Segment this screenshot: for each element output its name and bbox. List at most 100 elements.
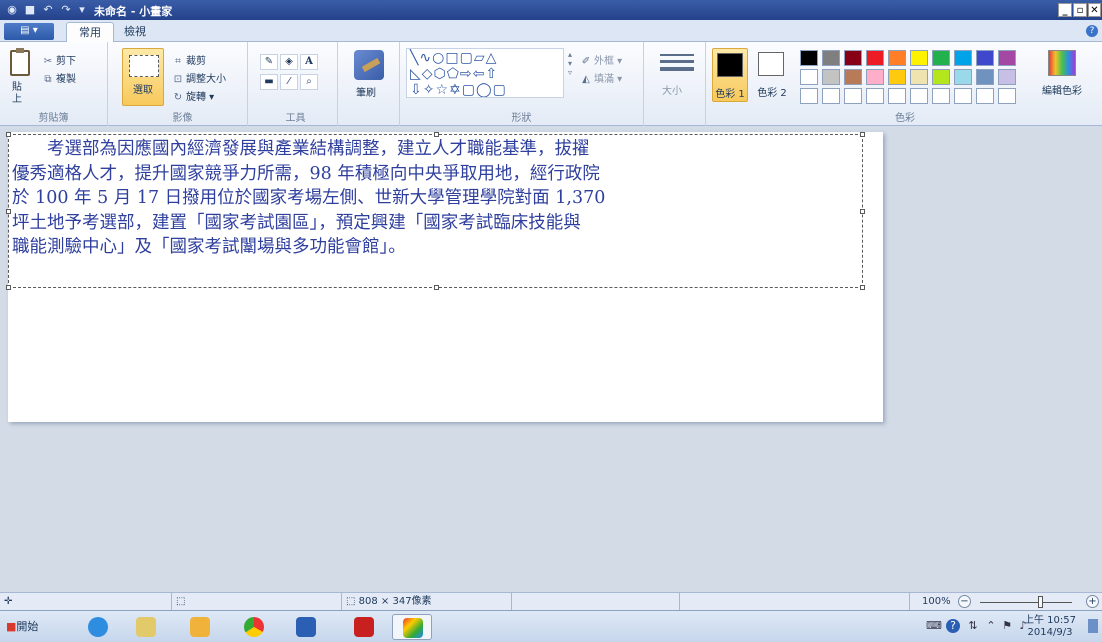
paint-app-icon[interactable]: ◉ xyxy=(4,2,20,18)
color-swatch[interactable] xyxy=(844,88,862,104)
canvas-text-block: 考選部為因應國內經濟發展與產業結構調整，建立人才職能基準，拔擢 優秀適格人才，提… xyxy=(12,137,864,260)
color-swatch[interactable] xyxy=(866,50,884,66)
pencil-icon[interactable]: ✎ xyxy=(260,54,278,70)
shapes-gallery[interactable]: ╲∿○□▢▱△ ◺◇⬡⬠⇨⇦⇧ ⇩✧☆✡▢◯▢ xyxy=(406,48,564,98)
close-button[interactable]: ✕ xyxy=(1088,3,1101,17)
color-swatch[interactable] xyxy=(932,50,950,66)
color-swatch[interactable] xyxy=(888,50,906,66)
zoom-slider-thumb[interactable] xyxy=(1038,596,1043,608)
customize-quick-access-icon[interactable]: ▾ xyxy=(74,2,90,18)
zoom-slider-track[interactable] xyxy=(980,602,1072,603)
image-group-label: 影像 xyxy=(172,113,193,124)
rotate-icon: ↻ xyxy=(173,92,183,103)
magnifier-icon[interactable]: ⌕ xyxy=(300,74,318,90)
cursor-position: ✛ xyxy=(0,593,172,611)
resize-handle-left[interactable] xyxy=(6,209,11,214)
gallery-scroll[interactable]: ▴ ▾ ▿ xyxy=(568,50,572,77)
color-swatch[interactable] xyxy=(800,50,818,66)
color-swatch[interactable] xyxy=(954,50,972,66)
paste-button[interactable]: 貼上 xyxy=(12,82,28,106)
color-swatch[interactable] xyxy=(888,88,906,104)
size-button[interactable]: 大小 xyxy=(662,82,682,97)
keyboard-icon[interactable]: ⌨ xyxy=(926,619,942,633)
maximize-button[interactable]: ▫ xyxy=(1073,3,1087,17)
input-method-icon[interactable]: ⇅ xyxy=(966,619,980,633)
color-swatch[interactable] xyxy=(844,50,862,66)
color-swatch[interactable] xyxy=(998,50,1016,66)
taskbar-explorer[interactable] xyxy=(126,614,166,640)
copy-button[interactable]: ⧉ 複製 xyxy=(42,70,76,85)
taskbar-paint[interactable] xyxy=(392,614,432,640)
show-desktop-button[interactable] xyxy=(1088,619,1098,633)
rotate-button[interactable]: ↻ 旋轉 ▾ xyxy=(172,88,214,103)
show-hidden-icons[interactable]: ⌃ xyxy=(984,619,998,633)
zoom-out-button[interactable]: − xyxy=(958,595,971,608)
color-swatch[interactable] xyxy=(866,69,884,85)
color-swatch[interactable] xyxy=(910,88,928,104)
color-swatch[interactable] xyxy=(844,69,862,85)
color-swatch[interactable] xyxy=(822,50,840,66)
tab-home[interactable]: 常用 xyxy=(66,22,114,43)
redo-icon[interactable]: ↷ xyxy=(58,2,74,18)
color-swatch[interactable] xyxy=(976,69,994,85)
taskbar-outlook[interactable] xyxy=(180,614,220,640)
color-swatch[interactable] xyxy=(976,50,994,66)
undo-icon[interactable]: ↶ xyxy=(40,2,56,18)
size-line-thick xyxy=(660,67,694,71)
zoom-level: 100% xyxy=(922,596,951,607)
color-swatch[interactable] xyxy=(910,69,928,85)
color-swatch[interactable] xyxy=(866,88,884,104)
edit-colors-button[interactable]: 編輯色彩 xyxy=(1042,42,1102,112)
text-selection-box[interactable]: 考選部為因應國內經濟發展與產業結構調整，建立人才職能基準，拔擢 優秀適格人才，提… xyxy=(6,132,865,290)
taskbar-word[interactable] xyxy=(286,614,326,640)
color-swatch[interactable] xyxy=(998,88,1016,104)
app-menu-button[interactable]: ▤ ▾ xyxy=(4,23,54,40)
system-clock[interactable]: 上午 10:57 2014/9/3 xyxy=(1024,615,1076,639)
fill-button[interactable]: ◭ 填滿 ▾ xyxy=(580,70,622,85)
brushes-button[interactable]: 筆刷 xyxy=(356,84,376,99)
start-button[interactable]: ■開始 xyxy=(2,615,56,639)
resize-handle-bottom-left[interactable] xyxy=(6,285,11,290)
color-swatch[interactable] xyxy=(822,69,840,85)
resize-handle-top-left[interactable] xyxy=(6,132,11,137)
color-swatch[interactable] xyxy=(800,88,818,104)
color-swatch[interactable] xyxy=(822,88,840,104)
color-swatch[interactable] xyxy=(954,88,972,104)
eraser-icon[interactable]: ▬ xyxy=(260,74,278,90)
tab-view[interactable]: 檢視 xyxy=(112,22,158,43)
canvas[interactable]: 考選部為因應國內經濟發展與產業結構調整，建立人才職能基準，拔擢 優秀適格人才，提… xyxy=(6,132,883,422)
minimize-button[interactable]: _ xyxy=(1058,3,1072,17)
select-button[interactable]: 選取 xyxy=(122,48,164,106)
crop-button[interactable]: ⌗ 裁剪 xyxy=(172,52,206,67)
cut-button[interactable]: ✂ 剪下 xyxy=(42,52,76,67)
ribbon: 貼上 ✂ 剪下 ⧉ 複製 剪貼簿 選取 ⌗ 裁剪 ⊡ 調整大小 ↻ 旋轉 ▾ 影像 ✎ ◈… xyxy=(0,42,1102,126)
color-swatch[interactable] xyxy=(998,69,1016,85)
color-swatch[interactable] xyxy=(932,69,950,85)
outline-button[interactable]: ✐ 外框 ▾ xyxy=(580,52,622,67)
brush-icon[interactable] xyxy=(354,50,384,80)
color-swatch[interactable] xyxy=(910,50,928,66)
color-swatch[interactable] xyxy=(888,69,906,85)
color-swatch[interactable] xyxy=(932,88,950,104)
taskbar-ie[interactable] xyxy=(78,614,118,640)
zoom-in-button[interactable]: + xyxy=(1086,595,1099,608)
text-tool-icon[interactable]: A xyxy=(300,54,318,70)
resize-handle-bottom[interactable] xyxy=(434,285,439,290)
clipboard-group-label: 剪貼簿 xyxy=(38,113,69,124)
paste-icon[interactable] xyxy=(10,48,30,76)
help-icon[interactable]: ? xyxy=(1086,25,1098,37)
resize-handle-bottom-right[interactable] xyxy=(860,285,865,290)
color-picker-icon[interactable]: ⁄ xyxy=(280,74,298,90)
action-center-flag-icon[interactable]: ⚑ xyxy=(1000,619,1014,633)
taskbar-chrome[interactable] xyxy=(234,614,274,640)
color1-button[interactable]: 色彩 1 xyxy=(712,48,748,102)
help-tray-icon[interactable]: ? xyxy=(946,619,960,633)
color-swatch[interactable] xyxy=(954,69,972,85)
fill-bucket-icon[interactable]: ◈ xyxy=(280,54,298,70)
color-swatch[interactable] xyxy=(800,69,818,85)
save-icon[interactable]: ■ xyxy=(22,2,38,18)
resize-button[interactable]: ⊡ 調整大小 xyxy=(172,70,226,85)
taskbar-acrobat[interactable] xyxy=(344,614,384,640)
color-swatch[interactable] xyxy=(976,88,994,104)
color2-button[interactable]: 色彩 2 xyxy=(754,48,790,102)
